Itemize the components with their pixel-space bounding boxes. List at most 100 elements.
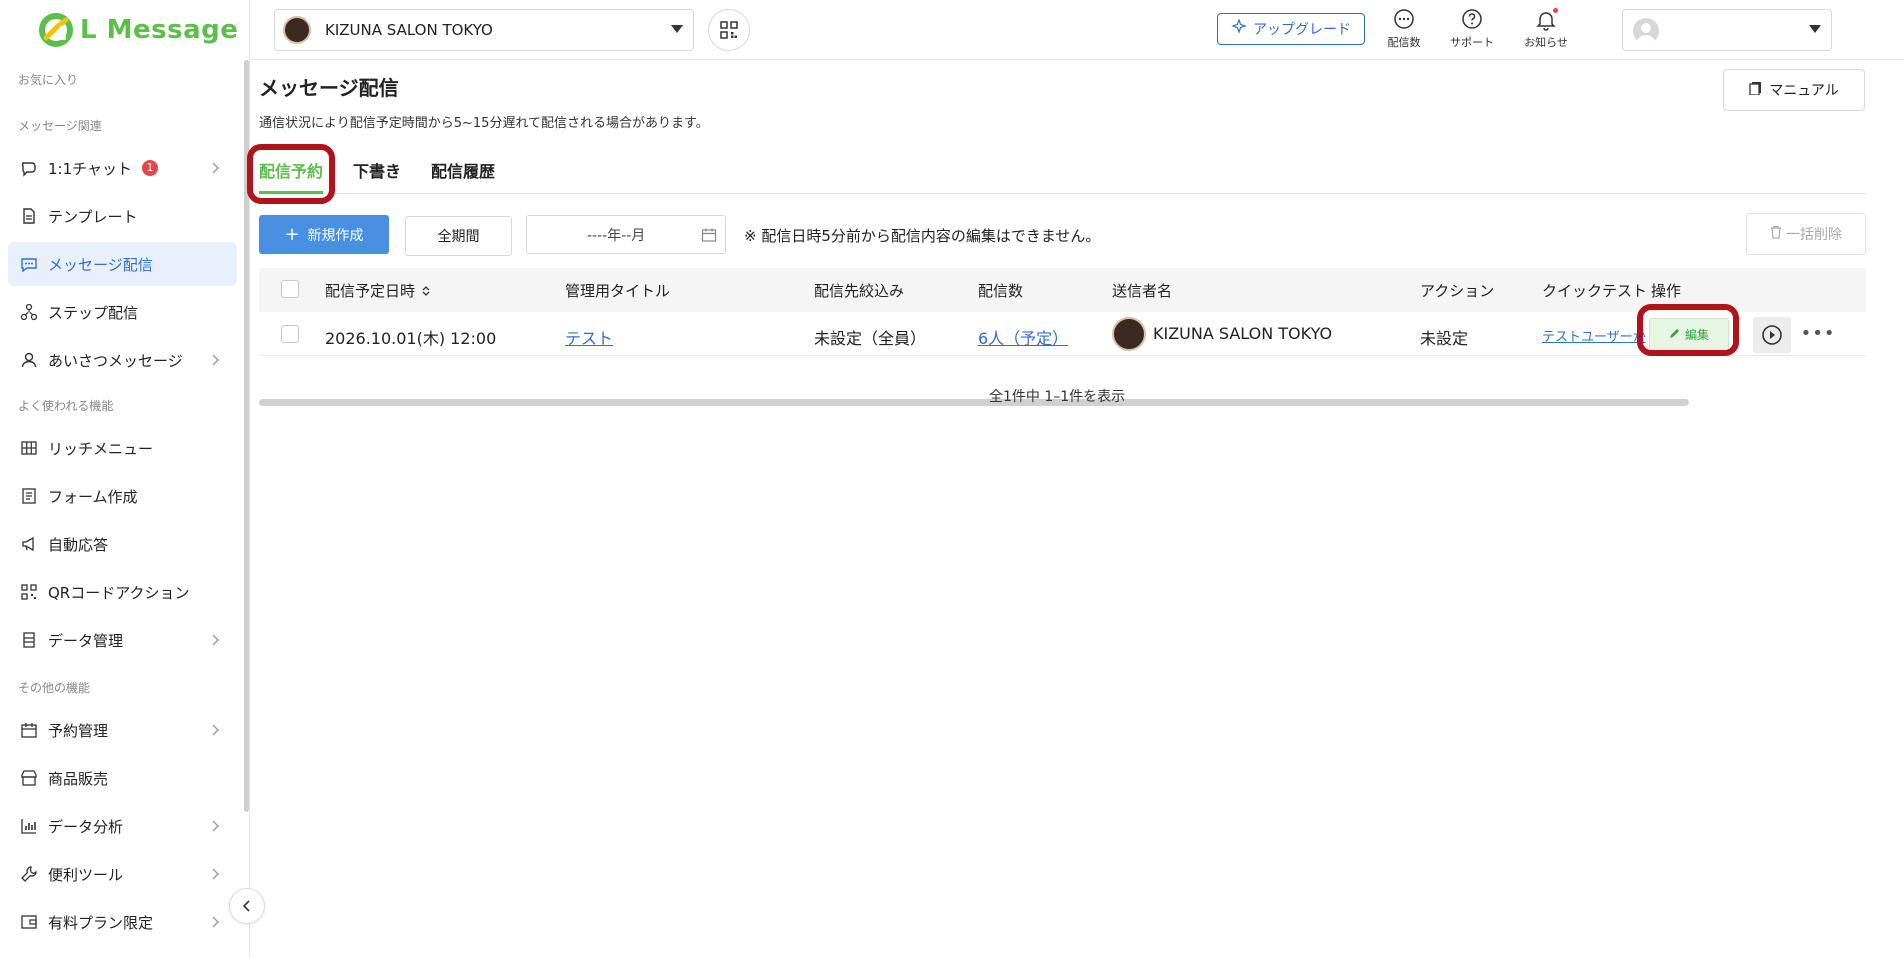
notifications-label: お知らせ xyxy=(1524,36,1568,49)
document-icon xyxy=(20,207,38,225)
main-content: メッセージ配信 通信状況により配信予定時間から5~15分遅れて配信される場合があ… xyxy=(247,60,1879,958)
test-send-button[interactable] xyxy=(1753,317,1791,353)
tab-history[interactable]: 配信履歴 xyxy=(431,158,495,194)
month-picker-input[interactable]: ----年--月 xyxy=(526,215,726,254)
edit-highlight-annotation xyxy=(1637,304,1739,356)
column-header-datetime[interactable]: 配信予定日時 xyxy=(325,280,430,301)
brand-name: L Message xyxy=(80,15,239,45)
row-checkbox[interactable] xyxy=(281,325,299,343)
page-title: メッセージ配信 xyxy=(259,76,399,100)
chevron-right-icon xyxy=(207,722,223,738)
sidebar-item-label: 予約管理 xyxy=(48,721,109,740)
period-filter-button[interactable]: 全期間 xyxy=(405,216,512,256)
sidebar-nav: お気に入り メッセージ関連 1:1チャット 1 テンプレート メッセージ配信 ス… xyxy=(0,64,244,958)
more-dots-icon: ••• xyxy=(1800,322,1836,344)
sidebar-item-paid-plan[interactable]: 有料プラン限定 xyxy=(8,900,237,944)
sidebar-item-tools[interactable]: 便利ツール xyxy=(8,852,237,896)
caret-down-icon xyxy=(671,25,683,33)
qr-icon xyxy=(20,583,38,601)
section-popular: よく使われる機能 xyxy=(18,399,114,413)
sidebar-item-qr-action[interactable]: QRコードアクション xyxy=(8,570,237,614)
table-horizontal-scrollbar[interactable] xyxy=(259,399,1689,406)
sidebar-item-reservation[interactable]: 予約管理 xyxy=(8,708,237,752)
column-header-operations: 操作 xyxy=(1651,282,1682,300)
sidebar-item-message-delivery[interactable]: メッセージ配信 xyxy=(8,242,237,286)
support-button[interactable]: サポート xyxy=(1442,8,1502,54)
avatar xyxy=(1633,18,1659,44)
account-select[interactable]: KIZUNA SALON TOKYO xyxy=(274,9,694,51)
row-filter: 未設定（全員） xyxy=(814,329,927,348)
support-label: サポート xyxy=(1450,36,1494,49)
chevron-right-icon xyxy=(207,818,223,834)
sidebar-item-label: 有料プラン限定 xyxy=(48,913,154,932)
caret-down-icon xyxy=(1809,25,1821,33)
logo[interactable]: L Message xyxy=(38,10,238,50)
month-placeholder: ----年--月 xyxy=(587,227,646,244)
sidebar-item-label: データ管理 xyxy=(48,631,124,650)
row-quick-test-link[interactable]: テストユーザーか xyxy=(1542,326,1646,345)
chevron-right-icon xyxy=(207,160,223,176)
table-row: 2026.10.01(木) 12:00 テスト 未設定（全員） 6人（予定） K… xyxy=(259,312,1866,406)
sidebar-item-data-management[interactable]: データ管理 xyxy=(8,618,237,662)
new-message-label: 新規作成 xyxy=(307,227,364,244)
toolbar: + 新規作成 全期間 ----年--月 ※ 配信日時5分前から配信内容の編集はで… xyxy=(259,213,1866,257)
row-datetime: 2026.10.01(木) 12:00 xyxy=(325,329,497,348)
notifications-button[interactable]: お知らせ xyxy=(1516,8,1576,54)
manual-button[interactable]: マニュアル xyxy=(1723,69,1865,111)
bulk-delete-button[interactable]: 一括削除 xyxy=(1746,213,1866,255)
chevron-right-icon xyxy=(207,866,223,882)
form-icon xyxy=(20,487,38,505)
select-all-checkbox[interactable] xyxy=(281,280,299,298)
chevron-right-icon xyxy=(207,632,223,648)
sidebar-item-label: 自動応答 xyxy=(48,535,109,554)
tab-drafts[interactable]: 下書き xyxy=(353,158,401,194)
store-icon xyxy=(20,769,38,787)
user-menu[interactable] xyxy=(1622,9,1832,51)
row-count-link[interactable]: 6人（予定） xyxy=(978,325,1068,349)
new-message-button[interactable]: + 新規作成 xyxy=(259,215,389,254)
column-header-title: 管理用タイトル xyxy=(565,282,671,300)
column-header-label: 配信予定日時 xyxy=(325,282,416,300)
step-icon xyxy=(20,303,38,321)
megaphone-icon xyxy=(20,535,38,553)
sidebar-item-template[interactable]: テンプレート xyxy=(8,194,237,238)
sidebar-item-rich-menu[interactable]: リッチメニュー xyxy=(8,426,237,470)
column-header-count: 配信数 xyxy=(978,282,1024,300)
column-header-filter: 配信先絞込み xyxy=(814,282,905,300)
chevron-right-icon xyxy=(207,352,223,368)
chat-icon xyxy=(20,159,38,177)
upgrade-button[interactable]: アップグレード xyxy=(1217,13,1365,45)
wallet-icon xyxy=(20,913,38,931)
table-header: 配信予定日時 管理用タイトル 配信先絞込み 配信数 送信者名 アクション クイッ… xyxy=(259,268,1866,312)
edit-restriction-note: ※ 配信日時5分前から配信内容の編集はできません。 xyxy=(744,227,1101,245)
message-icon xyxy=(20,255,38,273)
sidebar-item-label: あいさつメッセージ xyxy=(48,351,183,370)
sidebar-item-form[interactable]: フォーム作成 xyxy=(8,474,237,518)
row-sender: KIZUNA SALON TOKYO xyxy=(1153,324,1333,343)
sender-avatar xyxy=(1112,317,1146,351)
plus-icon: + xyxy=(284,224,300,245)
sidebar-item-auto-reply[interactable]: 自動応答 xyxy=(8,522,237,566)
manual-label: マニュアル xyxy=(1769,83,1839,99)
delivery-count-button[interactable]: 配信数 xyxy=(1374,8,1434,54)
calendar-icon xyxy=(20,721,38,739)
sidebar-item-label: メッセージ配信 xyxy=(48,255,153,274)
trash-icon xyxy=(1770,225,1782,243)
sidebar-item-chat[interactable]: 1:1チャット 1 xyxy=(8,146,237,190)
play-circle-icon xyxy=(1762,325,1782,345)
sidebar-item-product-sales[interactable]: 商品販売 xyxy=(8,756,237,800)
grid-icon xyxy=(20,439,38,457)
sidebar-item-greeting[interactable]: あいさつメッセージ xyxy=(8,338,237,382)
database-icon xyxy=(20,631,38,649)
column-header-sender: 送信者名 xyxy=(1112,282,1173,300)
top-header: KIZUNA SALON TOKYO アップグレード 配信数 サポート お知らせ xyxy=(250,0,1904,60)
sidebar-item-analytics[interactable]: データ分析 xyxy=(8,804,237,848)
notification-dot xyxy=(1553,8,1558,13)
column-header-action: アクション xyxy=(1420,282,1495,300)
more-options-button[interactable]: ••• xyxy=(1800,318,1836,348)
sidebar-item-step[interactable]: ステップ配信 xyxy=(8,290,237,334)
bulk-delete-label: 一括削除 xyxy=(1786,227,1842,243)
row-title-link[interactable]: テスト xyxy=(565,325,613,349)
qr-code-button[interactable] xyxy=(708,9,750,51)
column-header-quick-test: クイックテスト xyxy=(1542,282,1648,300)
